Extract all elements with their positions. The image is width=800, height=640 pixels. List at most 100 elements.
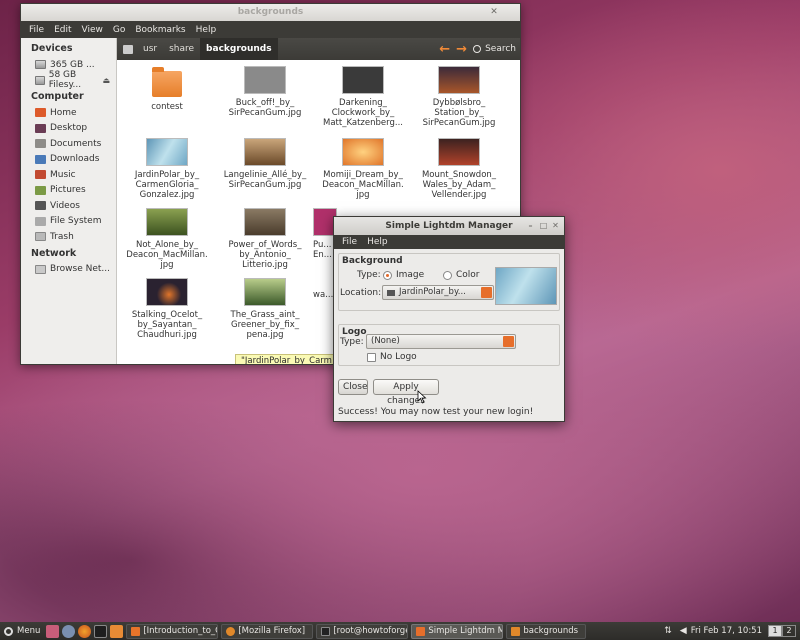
sidebar-item-label: Home: [50, 107, 77, 118]
menu-bookmarks[interactable]: Bookmarks: [130, 25, 190, 35]
close-icon[interactable]: ✕: [488, 6, 500, 18]
show-desktop-icon[interactable]: [46, 624, 60, 638]
sidebar-item-device-2[interactable]: 58 GB Filesy... ⏏: [21, 70, 116, 90]
file-item[interactable]: Darkening_ Clockwork_by_ Matt_Katzenberg…: [315, 66, 411, 128]
task-lightdm-manager[interactable]: Simple Lightdm Man...: [411, 623, 504, 639]
menu-edit[interactable]: Edit: [49, 25, 76, 35]
menu-file[interactable]: File: [337, 237, 362, 247]
sidebar-item-documents[interactable]: Documents: [21, 136, 116, 152]
forward-arrow-icon[interactable]: →: [456, 42, 467, 57]
file-item[interactable]: JardinPolar_by_ CarmenGloria_ Gonzalez.j…: [119, 138, 215, 200]
file-item[interactable]: Mount_Snowdon_ Wales_by_Adam_ Vellender.…: [411, 138, 507, 200]
home-icon: [35, 108, 46, 118]
network-icon[interactable]: ⇅: [664, 626, 672, 636]
sidebar-header-network: Network: [31, 247, 77, 259]
settings-launcher-icon[interactable]: [62, 624, 76, 638]
apply-changes-button[interactable]: Apply changes: [373, 379, 439, 406]
file-system-icon: [35, 216, 46, 226]
file-name: Dybbølsbro_ Station_by_ SirPecanGum.jpg: [422, 98, 496, 128]
location-file-chooser[interactable]: JardinPolar_by...: [382, 285, 494, 300]
radio-color[interactable]: [443, 271, 452, 280]
file-name: Darkening_ Clockwork_by_ Matt_Katzenberg…: [323, 98, 403, 128]
file-item[interactable]: Power_of_Words_ by_Antonio_ Litterio.jpg: [217, 208, 313, 270]
logo-type-value: (None): [371, 336, 400, 346]
file-item[interactable]: Not_Alone_by_ Deacon_MacMillan. jpg: [119, 208, 215, 270]
menu-help[interactable]: Help: [191, 25, 222, 35]
search-button[interactable]: Search: [473, 44, 516, 54]
terminal-icon: [321, 626, 331, 636]
task-terminal[interactable]: [root@howtoforge-S...: [316, 623, 409, 639]
terminal-launcher-icon[interactable]: [94, 624, 108, 638]
menu-button[interactable]: Menu: [0, 626, 46, 636]
status-message: Success! You may now test your new login…: [338, 407, 534, 417]
sidebar-item-downloads[interactable]: Downloads: [21, 152, 116, 168]
file-item[interactable]: Buck_off!_by_ SirPecanGum.jpg: [217, 66, 313, 118]
no-logo-checkbox[interactable]: [367, 353, 376, 362]
close-button[interactable]: Close: [338, 379, 368, 395]
menu-help[interactable]: Help: [362, 237, 393, 247]
file-item[interactable]: contest: [119, 67, 215, 112]
eject-icon[interactable]: ⏏: [102, 76, 110, 85]
breadcrumb-backgrounds[interactable]: backgrounds: [200, 38, 278, 60]
sidebar-item-label: Trash: [50, 231, 74, 242]
sidebar-item-browse-network[interactable]: Browse Net...: [21, 262, 116, 278]
close-icon[interactable]: ✕: [550, 220, 561, 231]
file-name: contest: [151, 102, 183, 112]
file-item[interactable]: Stalking_Ocelot_ by_Sayantan_ Chaudhuri.…: [119, 278, 215, 340]
sidebar-item-desktop[interactable]: Desktop: [21, 121, 116, 137]
files-launcher-icon[interactable]: [110, 624, 124, 638]
sidebar-item-label: Videos: [50, 200, 80, 211]
disk-icon[interactable]: [123, 44, 133, 54]
clock[interactable]: Fri Feb 17, 10:51: [691, 626, 762, 636]
file-item[interactable]: Momiji_Dream_by_ Deacon_MacMillan. jpg: [315, 138, 411, 200]
file-name: Mount_Snowdon_ Wales_by_Adam_ Vellender.…: [421, 170, 497, 200]
sidebar-item-videos[interactable]: Videos: [21, 198, 116, 214]
task-firefox[interactable]: [Mozilla Firefox]: [221, 623, 314, 639]
back-arrow-icon[interactable]: ←: [439, 42, 450, 57]
background-group-title: Background: [342, 256, 403, 266]
file-name: Stalking_Ocelot_ by_Sayantan_ Chaudhuri.…: [131, 310, 203, 340]
menu-view[interactable]: View: [77, 25, 108, 35]
task-introduction[interactable]: [Introduction_to_Cin...: [126, 623, 219, 639]
volume-icon[interactable]: ◀: [680, 626, 687, 636]
workspace-2[interactable]: 2: [782, 625, 796, 637]
breadcrumb-usr[interactable]: usr: [137, 38, 163, 60]
task-label: backgrounds: [523, 626, 579, 636]
sidebar-item-file-system[interactable]: File System: [21, 214, 116, 230]
minimize-icon[interactable]: –: [525, 220, 536, 231]
maximize-icon[interactable]: □: [538, 220, 549, 231]
menu-go[interactable]: Go: [108, 25, 130, 35]
file-name: Langelinie_Allé_by_ SirPecanGum.jpg: [223, 170, 307, 190]
sidebar-item-trash[interactable]: Trash: [21, 229, 116, 245]
sidebar-item-music[interactable]: Music: [21, 167, 116, 183]
sidebar-item-label: File System: [50, 216, 102, 227]
firefox-launcher-icon[interactable]: [78, 624, 92, 638]
dialog-menubar: File Help: [334, 235, 564, 249]
image-thumbnail: [244, 138, 286, 166]
desktop-icon: [35, 123, 46, 133]
sidebar-item-label: Browse Net...: [50, 264, 111, 275]
logo-type-select[interactable]: (None): [366, 334, 516, 349]
search-icon: [473, 45, 482, 53]
sidebar-item-label: Pictures: [50, 185, 86, 196]
sidebar-item-pictures[interactable]: Pictures: [21, 183, 116, 199]
file-item[interactable]: Langelinie_Allé_by_ SirPecanGum.jpg: [217, 138, 313, 190]
workspace-1[interactable]: 1: [768, 625, 782, 637]
file-manager-titlebar[interactable]: backgrounds ✕: [21, 4, 520, 21]
file-item[interactable]: wa...: [313, 290, 333, 300]
sidebar-header-devices: Devices: [31, 43, 73, 54]
file-item[interactable]: The_Grass_aint_ Greener_by_fix_ pena.jpg: [217, 278, 313, 340]
task-label: Simple Lightdm Man...: [428, 626, 502, 636]
menu-gear-icon: [4, 626, 13, 636]
app-icon: [416, 626, 426, 636]
radio-image[interactable]: [383, 271, 392, 280]
menu-file[interactable]: File: [24, 25, 49, 35]
task-label: [Introduction_to_Cin...: [143, 626, 217, 636]
sidebar-item-label: Music: [50, 169, 76, 180]
file-item[interactable]: Dybbølsbro_ Station_by_ SirPecanGum.jpg: [411, 66, 507, 128]
dialog-titlebar[interactable]: Simple Lightdm Manager – □ ✕: [334, 217, 564, 235]
breadcrumb-share[interactable]: share: [163, 38, 200, 60]
sidebar-item-home[interactable]: Home: [21, 105, 116, 121]
task-backgrounds[interactable]: backgrounds: [506, 623, 587, 639]
dialog-title: Simple Lightdm Manager: [385, 221, 513, 231]
